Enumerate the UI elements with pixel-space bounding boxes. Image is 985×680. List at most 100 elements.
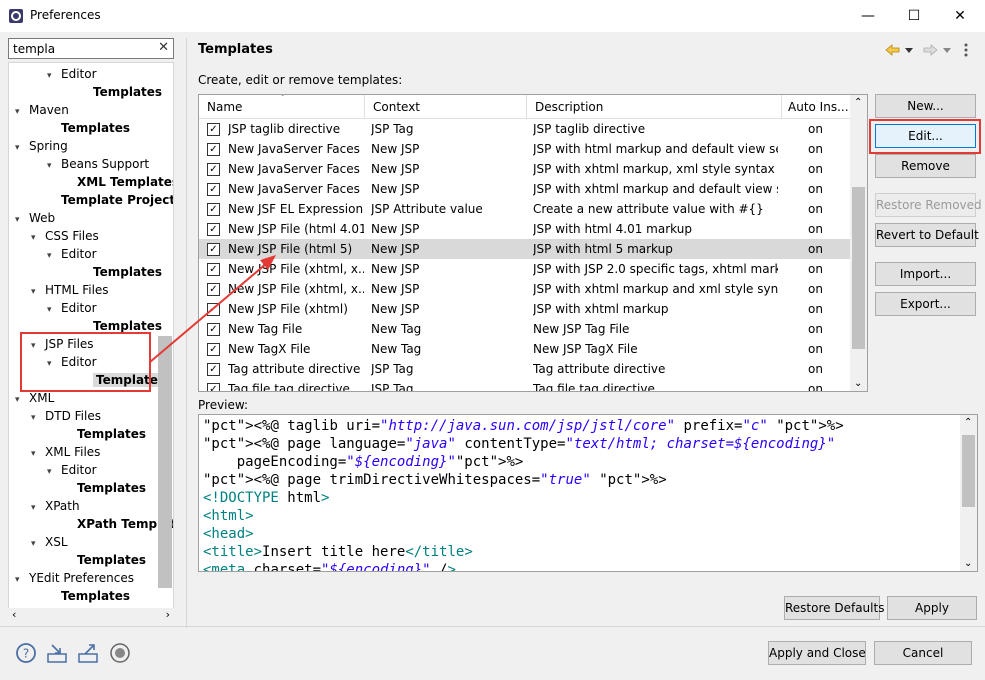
record-icon[interactable]: [109, 642, 131, 664]
tree-item[interactable]: ▾ XML Files: [31, 443, 100, 461]
filter-input[interactable]: templa ✕: [8, 38, 174, 59]
table-row[interactable]: ✓ Tag file tag directive JSP Tag Tag file t…: [199, 379, 851, 391]
chevron-down-icon[interactable]: ▾: [31, 229, 41, 247]
table-row[interactable]: ✓ New JSP File (xhtml, x... New JSP JSP wit…: [199, 259, 851, 279]
tree-item[interactable]: ▾ JSP Files: [31, 335, 94, 353]
cancel-button[interactable]: Cancel: [874, 641, 972, 665]
help-icon[interactable]: ?: [15, 642, 37, 664]
import-button[interactable]: Import...: [875, 262, 976, 286]
table-row[interactable]: ✓ New JSF EL Expression JSP Attribute valu…: [199, 199, 851, 219]
restore-defaults-button[interactable]: Restore Defaults: [784, 596, 884, 620]
table-scrollbar-thumb[interactable]: [852, 187, 865, 349]
row-checkbox[interactable]: ✓: [207, 203, 220, 216]
export-button[interactable]: Export...: [875, 292, 976, 316]
tree-scrollbar-thumb[interactable]: [158, 336, 172, 588]
row-checkbox[interactable]: ✓: [207, 163, 220, 176]
chevron-down-icon[interactable]: ▾: [31, 283, 41, 301]
chevron-down-icon[interactable]: ▾: [15, 391, 25, 409]
tree-item[interactable]: ▾ Editor: [47, 245, 97, 263]
row-checkbox[interactable]: ✓: [207, 223, 220, 236]
tree-item[interactable]: ▾ XPath: [31, 497, 80, 515]
tree-item[interactable]: Templates: [63, 479, 146, 497]
maximize-button[interactable]: ☐: [891, 0, 937, 32]
chevron-down-icon[interactable]: ▾: [31, 409, 41, 427]
column-header-description[interactable]: Description: [527, 95, 782, 119]
tree-item[interactable]: Templates: [47, 587, 130, 605]
table-row[interactable]: ✓ New JSP File (html 5) New JSP JSP with ht…: [199, 239, 851, 259]
tree-item[interactable]: ▾ Editor: [47, 299, 97, 317]
row-checkbox[interactable]: ✓: [207, 383, 220, 391]
tree-item[interactable]: ▾ DTD Files: [31, 407, 101, 425]
chevron-down-icon[interactable]: ▾: [31, 499, 41, 517]
tree-item[interactable]: ▾ YEdit Preferences: [15, 569, 134, 587]
column-header-auto-insert[interactable]: Auto Ins...: [782, 95, 851, 119]
edit-button[interactable]: Edit...: [875, 124, 976, 148]
row-checkbox[interactable]: ✓: [207, 143, 220, 156]
remove-button[interactable]: Remove: [875, 154, 976, 178]
table-row[interactable]: ✓New JSP File (xhtml)New JSPJSP with xht…: [199, 299, 851, 319]
tree-item[interactable]: Templates: [47, 119, 130, 137]
apply-and-close-button[interactable]: Apply and Close: [768, 641, 866, 665]
chevron-down-icon[interactable]: ▾: [31, 535, 41, 553]
tree-item-label: Templates: [93, 373, 169, 387]
export-icon[interactable]: [77, 642, 99, 664]
tree-item[interactable]: XML Templates: [63, 173, 173, 191]
chevron-down-icon[interactable]: ▾: [31, 337, 41, 355]
tree-item[interactable]: ▾ Beans Support: [47, 155, 149, 173]
clear-filter-icon[interactable]: ✕: [158, 40, 169, 55]
table-row[interactable]: ✓ Tag attribute directive JSP Tag Tag attri…: [199, 359, 851, 379]
close-button[interactable]: ✕: [937, 0, 983, 32]
chevron-down-icon[interactable]: ▾: [47, 67, 57, 85]
apply-button[interactable]: Apply: [887, 596, 977, 620]
new-button[interactable]: New...: [875, 94, 976, 118]
page-title: Templates: [198, 42, 273, 57]
chevron-down-icon[interactable]: ▾: [15, 139, 25, 157]
tree-item[interactable]: Template Projects: [47, 191, 173, 209]
restore-removed-button[interactable]: Restore Removed: [875, 193, 982, 217]
menu-icon[interactable]: [964, 43, 968, 57]
tree-item[interactable]: Templates: [79, 371, 169, 389]
tree-item[interactable]: ▾ Editor: [47, 461, 97, 479]
tree-item[interactable]: ▾ Web: [15, 209, 55, 227]
tree-item[interactable]: ▾ Editor: [47, 353, 97, 371]
cell-description: JSP with html 5 markup: [533, 242, 673, 256]
table-row[interactable]: ✓ New JavaServer Faces (... New JSP JSP wit…: [199, 159, 851, 179]
column-header-context[interactable]: Context: [365, 95, 527, 119]
table-row[interactable]: ✓ New TagX File New Tag New JSP TagX File on: [199, 339, 851, 359]
table-row[interactable]: ✓ New JavaServer Faces (... New JSP JSP wit…: [199, 179, 851, 199]
chevron-down-icon[interactable]: ▾: [31, 445, 41, 463]
table-row[interactable]: ✓ New JSP File (html 4.01) New JSP JSP with…: [199, 219, 851, 239]
row-checkbox[interactable]: ✓: [207, 183, 220, 196]
chevron-down-icon[interactable]: ▾: [47, 463, 57, 481]
chevron-down-icon[interactable]: ▾: [47, 355, 57, 373]
footer-divider: [0, 626, 985, 627]
tree-item[interactable]: ▾ Maven: [15, 101, 69, 119]
import-icon[interactable]: [46, 642, 68, 664]
chevron-down-icon[interactable]: ▾: [15, 103, 25, 121]
row-checkbox[interactable]: ✓: [207, 123, 220, 136]
tree-item[interactable]: Templates: [63, 551, 146, 569]
chevron-down-icon[interactable]: ▾: [15, 571, 25, 589]
revert-to-default-button[interactable]: Revert to Default: [875, 223, 979, 247]
chevron-down-icon[interactable]: ▾: [47, 157, 57, 175]
chevron-down-icon[interactable]: ▾: [47, 301, 57, 319]
tree-item[interactable]: Templates: [79, 83, 162, 101]
tree-item[interactable]: ▾ HTML Files: [31, 281, 109, 299]
preview-scrollbar-thumb[interactable]: [962, 435, 975, 507]
forward-arrow-icon[interactable]: [923, 44, 951, 56]
tree-item[interactable]: ▾ Editor: [47, 65, 97, 83]
tree-item[interactable]: ▾ CSS Files: [31, 227, 99, 245]
minimize-button[interactable]: —: [845, 0, 891, 32]
tree-item[interactable]: ▾ XSL: [31, 533, 68, 551]
tree-item[interactable]: Templates: [63, 425, 146, 443]
tree-item[interactable]: ▾ XML: [15, 389, 54, 407]
chevron-down-icon[interactable]: ▾: [47, 247, 57, 265]
tree-item[interactable]: ▾ Spring: [15, 137, 68, 155]
chevron-down-icon[interactable]: ▾: [15, 211, 25, 229]
table-row[interactable]: ✓ New JSP File (xhtml, x... New JSP JSP wit…: [199, 279, 851, 299]
table-row[interactable]: ✓ New Tag File New Tag New JSP Tag File on: [199, 319, 851, 339]
table-row[interactable]: ✓ JSP taglib directive JSP Tag JSP taglib d…: [199, 119, 851, 139]
table-row[interactable]: ✓ New JavaServer Faces (... New JSP JSP wit…: [199, 139, 851, 159]
back-arrow-icon[interactable]: [885, 44, 913, 56]
tree-horizontal-scrollbar[interactable]: ‹ ›: [8, 608, 174, 624]
